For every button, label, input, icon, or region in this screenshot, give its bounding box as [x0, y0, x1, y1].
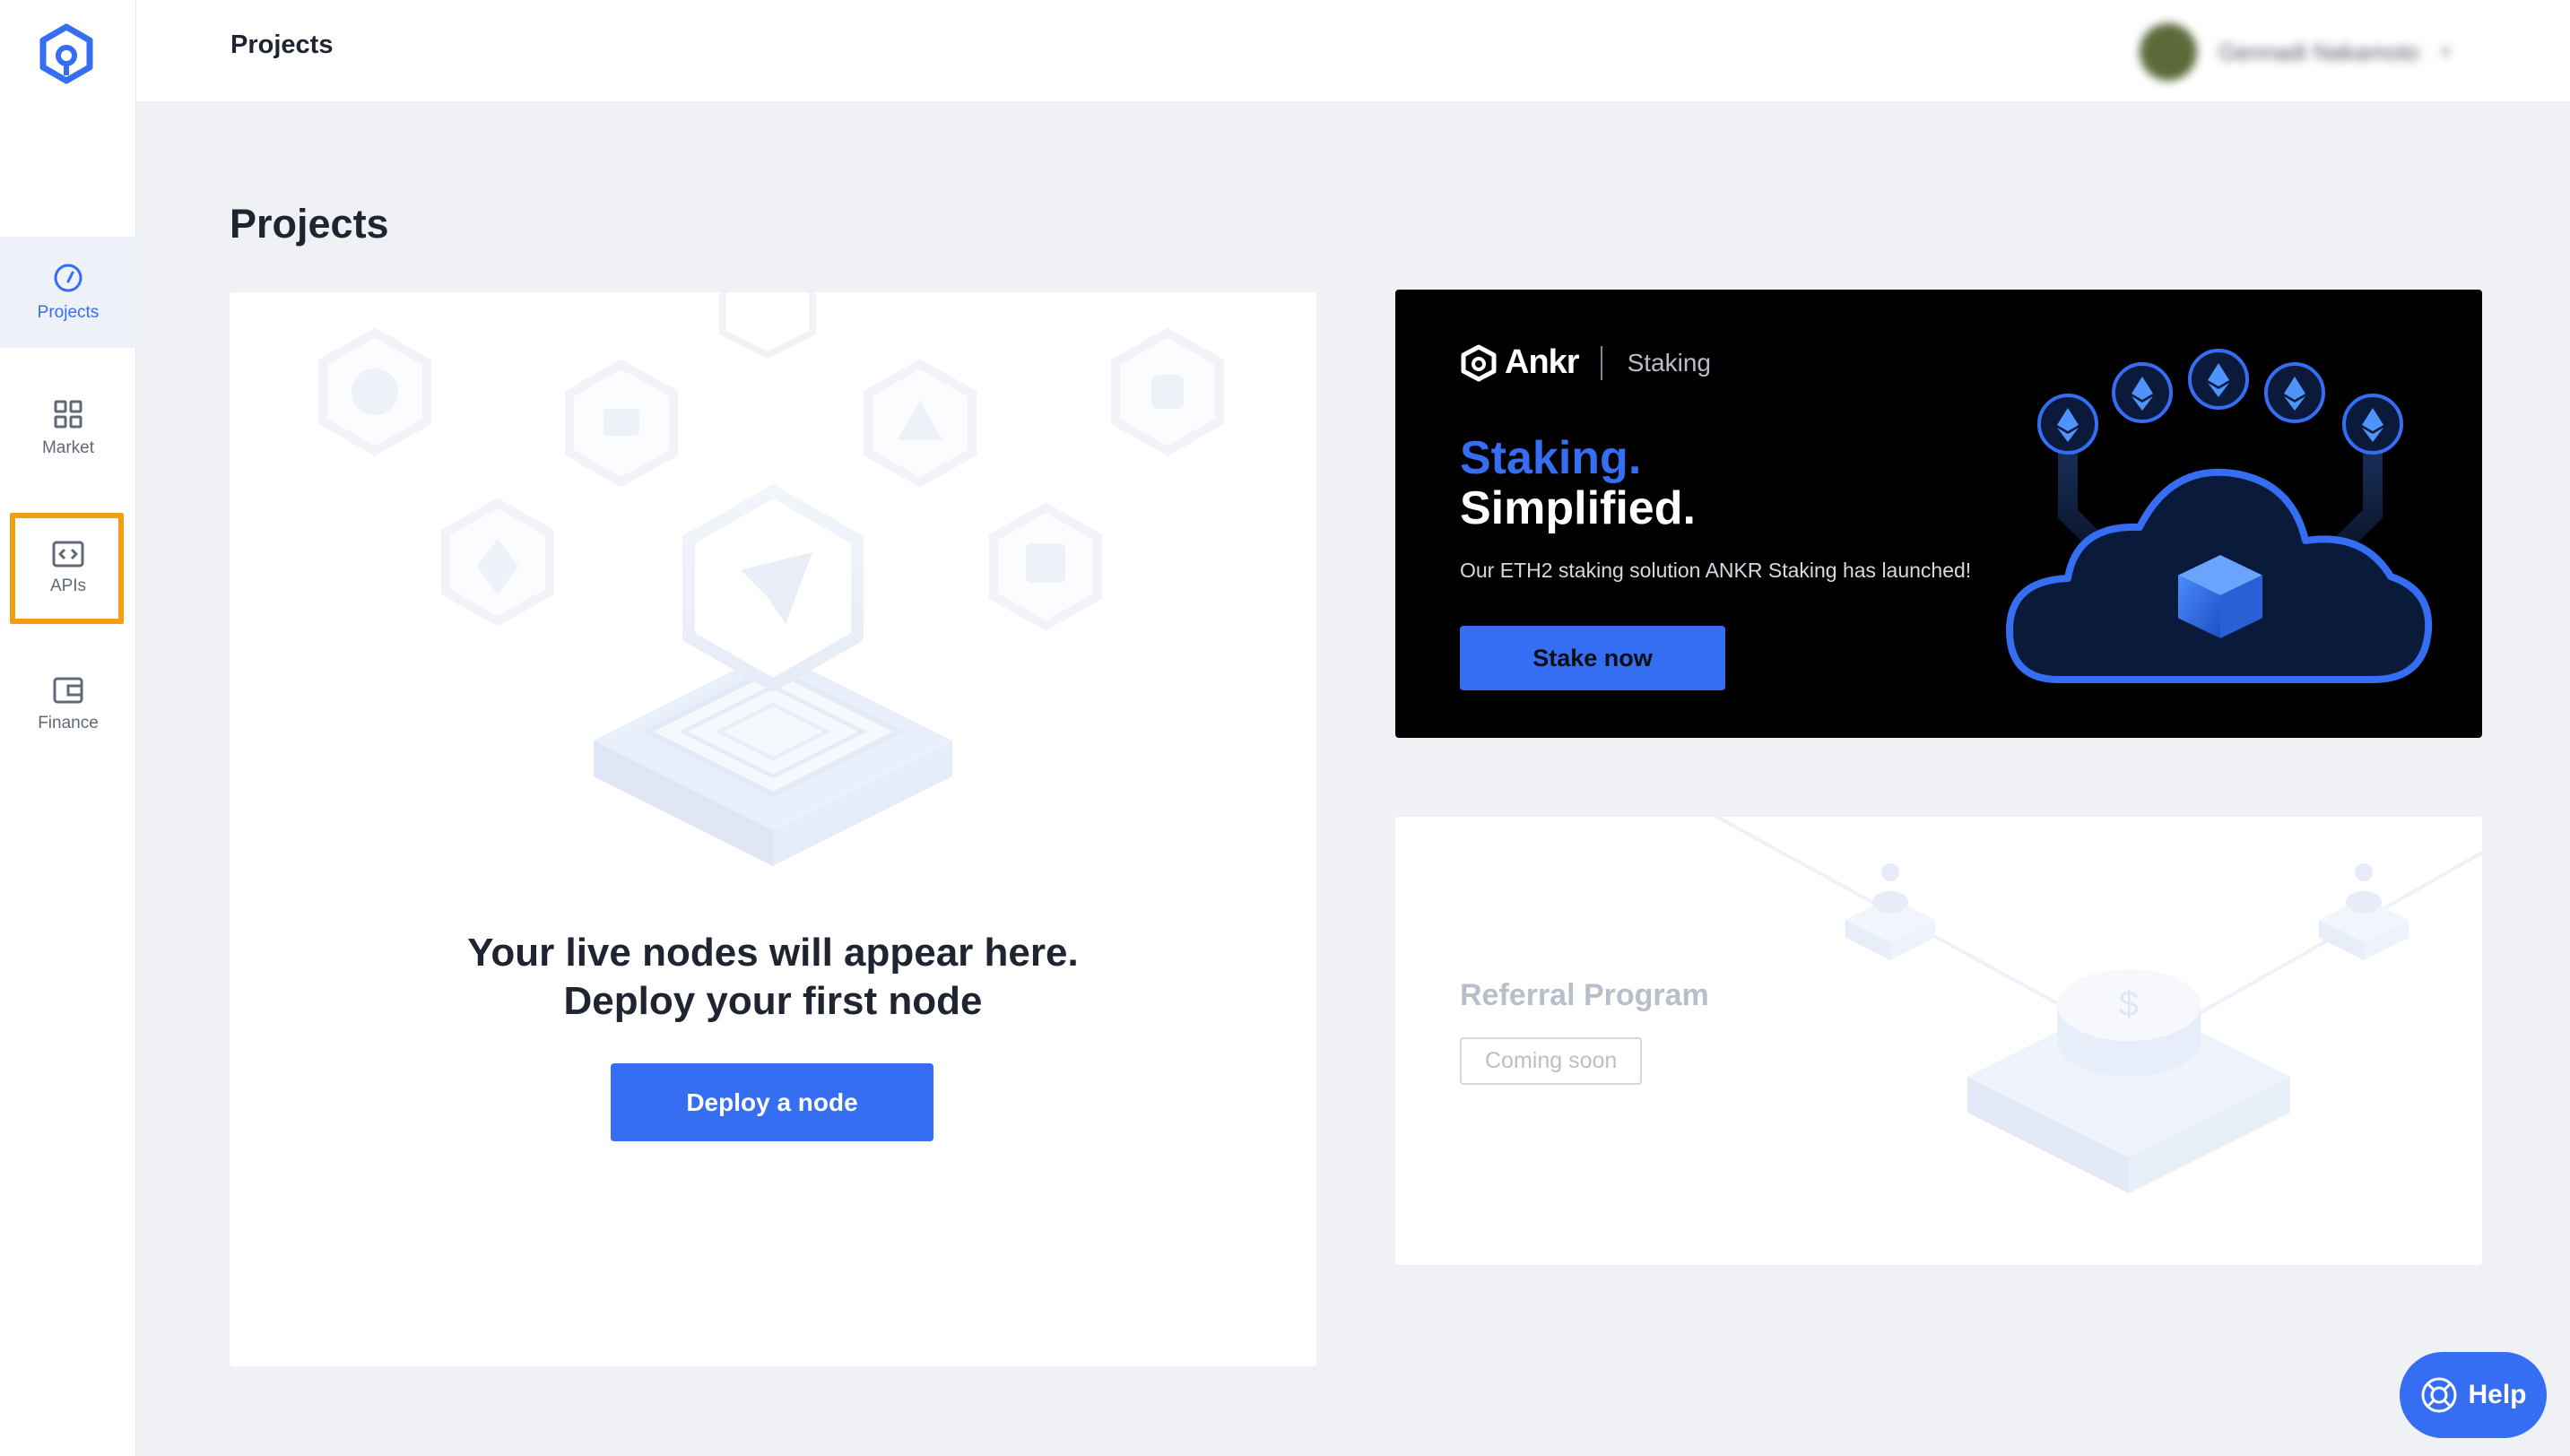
sidebar-item-label: APIs [49, 576, 87, 595]
sidebar-item-apis[interactable]: APIs [0, 513, 136, 624]
sidebar: Projects Market APIs Finance [0, 0, 136, 1456]
svg-text:$: $ [2119, 984, 2139, 1024]
gauge-icon [54, 264, 82, 292]
brand-name: Ankr [1505, 343, 1580, 381]
staking-banner[interactable]: Ankr Staking Staking. Simplified. Our ET… [1395, 290, 2482, 738]
sidebar-item-market[interactable]: Market [0, 373, 136, 484]
topbar-title: Projects [230, 30, 334, 59]
topbar: Projects Gennadi Nakamoto ▾ [136, 0, 2570, 101]
staking-headline-1: Staking. [1460, 432, 1642, 484]
staking-brand: Ankr Staking [1460, 343, 1711, 382]
referral-title: Referral Program [1460, 978, 1709, 1012]
empty-state-message: Your live nodes will appear here. Deploy… [230, 929, 1316, 1026]
user-menu[interactable]: Gennadi Nakamoto ▾ [2140, 16, 2543, 88]
sidebar-item-finance[interactable]: Finance [0, 649, 136, 760]
sidebar-item-projects[interactable]: Projects [0, 237, 136, 348]
sidebar-item-label: Finance [38, 714, 99, 732]
staking-headline-2: Simplified. [1460, 482, 1696, 534]
nodes-illustration [318, 292, 1224, 866]
wallet-icon [53, 677, 83, 704]
user-name: Gennadi Nakamoto [2218, 38, 2420, 65]
grid-icon [54, 400, 82, 429]
lifebuoy-icon [2421, 1377, 2457, 1413]
empty-state-card: Your live nodes will appear here. Deploy… [230, 292, 1316, 1366]
staking-description: Our ETH2 staking solution ANKR Staking h… [1460, 559, 1972, 582]
cloud-staking-illustration [2006, 349, 2433, 683]
code-icon [52, 541, 84, 568]
deploy-node-button[interactable]: Deploy a node [611, 1063, 933, 1141]
help-label: Help [2468, 1380, 2527, 1409]
brand-separator [1600, 345, 1602, 380]
page-title: Projects [230, 201, 389, 247]
referral-illustration: $ [1713, 817, 2482, 1193]
help-button[interactable]: Help [2400, 1352, 2547, 1438]
empty-state-line2: Deploy your first node [563, 979, 983, 1023]
sidebar-item-label: Market [41, 438, 95, 457]
avatar [2140, 23, 2197, 81]
stake-now-button[interactable]: Stake now [1460, 626, 1725, 690]
ankr-logo-icon[interactable] [36, 23, 97, 84]
brand-subtitle: Staking [1627, 348, 1711, 377]
referral-card: $ Referral Program Coming soon [1395, 817, 2482, 1265]
chevron-down-icon: ▾ [2441, 40, 2452, 63]
ankr-logo-icon [1461, 344, 1497, 381]
coming-soon-badge: Coming soon [1460, 1037, 1643, 1085]
sidebar-item-label: Projects [37, 303, 100, 322]
empty-state-line1: Your live nodes will appear here. [467, 931, 1079, 975]
